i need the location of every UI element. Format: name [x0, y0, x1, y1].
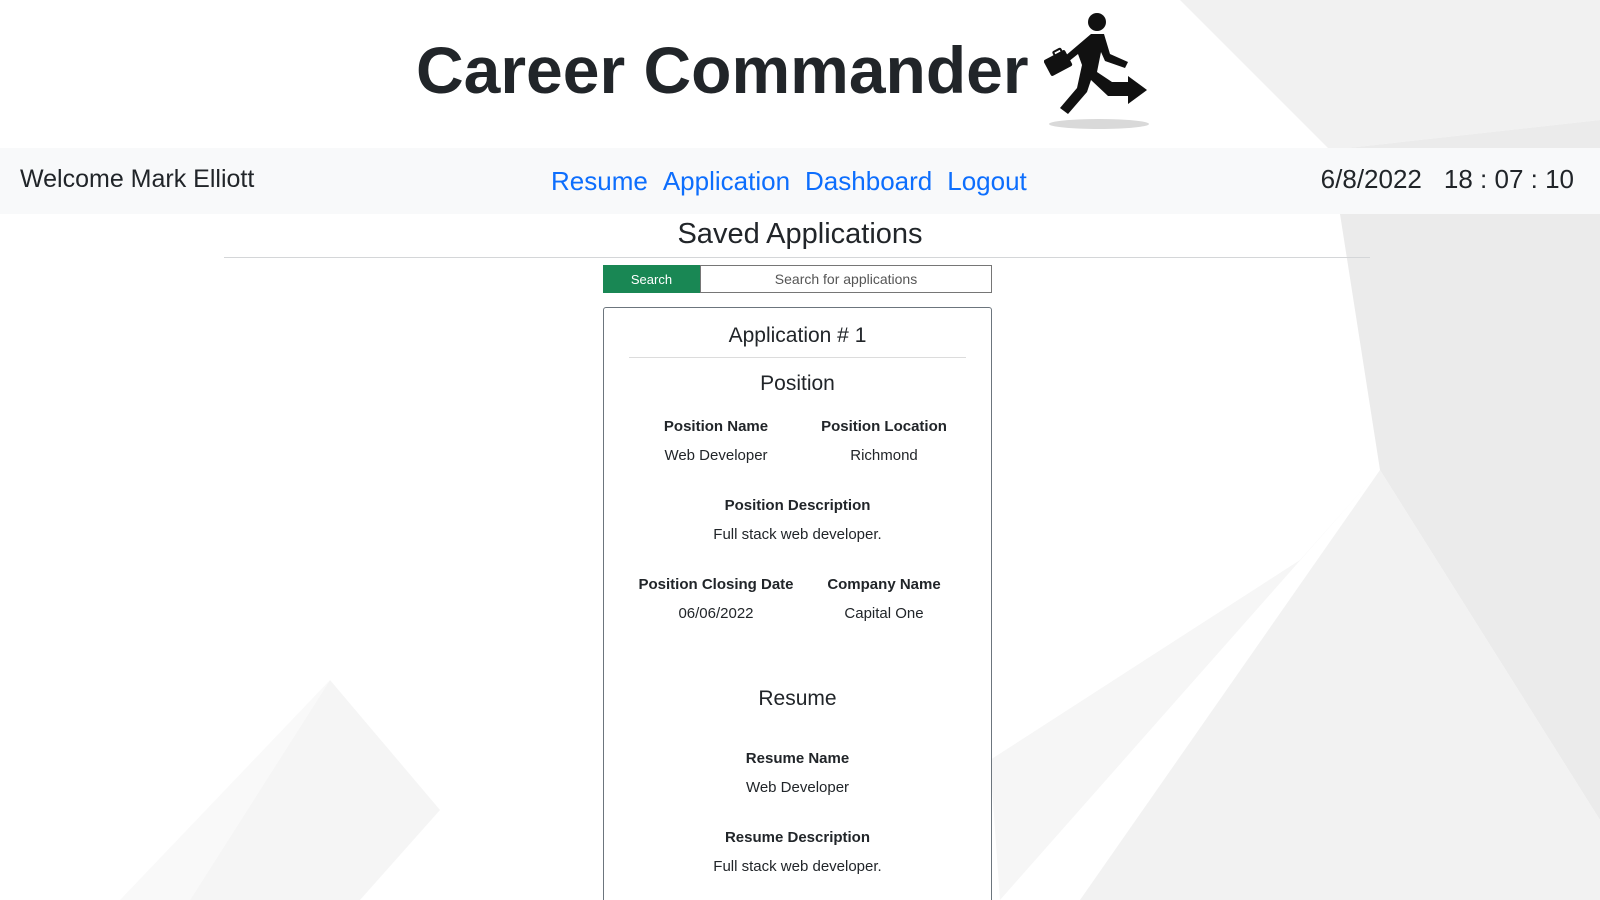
- resume-description-field: Resume Description Full stack web develo…: [604, 827, 991, 878]
- position-description-field: Position Description Full stack web deve…: [604, 495, 991, 546]
- search-button[interactable]: Search: [603, 265, 700, 293]
- position-closing-date-value: 06/06/2022: [678, 605, 754, 622]
- nav-link-logout[interactable]: Logout: [947, 150, 1027, 212]
- page: Career Commander Welcome Mark Elliott Re…: [0, 0, 1600, 900]
- nav-links: Resume Application Dashboard Logout: [551, 148, 1027, 214]
- position-name-label: Position Name: [663, 418, 769, 435]
- running-businessman-icon: [1044, 13, 1149, 129]
- date-time-display: 6/8/2022 18 : 07 : 10: [1321, 148, 1574, 214]
- nav-link-resume[interactable]: Resume: [551, 150, 648, 212]
- welcome-message: Welcome Mark Elliott: [20, 165, 255, 193]
- position-location-value: Richmond: [850, 447, 918, 464]
- card-divider: [629, 357, 966, 358]
- position-description-label: Position Description: [724, 497, 871, 514]
- current-time: 18 : 07 : 10: [1443, 164, 1574, 194]
- top-navbar: Welcome Mark Elliott Resume Application …: [0, 148, 1600, 214]
- site-title: Career Commander: [416, 33, 1029, 107]
- position-location-field: Position Location Richmond: [804, 416, 964, 467]
- position-heading: Position: [760, 372, 835, 395]
- company-name-label: Company Name: [827, 576, 941, 593]
- site-header: Career Commander: [0, 0, 1600, 148]
- resume-heading: Resume: [758, 687, 837, 710]
- resume-description-value: Full stack web developer.: [713, 858, 882, 875]
- application-title: Application # 1: [728, 324, 867, 347]
- search-bar: Search: [603, 265, 992, 293]
- position-name-value: Web Developer: [664, 447, 768, 464]
- position-location-label: Position Location: [821, 418, 947, 435]
- resume-description-label: Resume Description: [724, 829, 871, 846]
- application-card: Application # 1 Position Position Name W…: [603, 307, 992, 900]
- search-input[interactable]: [700, 265, 992, 293]
- resume-name-label: Resume Name: [745, 750, 850, 767]
- company-name-field: Company Name Capital One: [804, 574, 964, 625]
- position-closing-date-label: Position Closing Date: [638, 576, 794, 593]
- position-closing-date-field: Position Closing Date 06/06/2022: [636, 574, 796, 625]
- resume-name-field: Resume Name Web Developer: [604, 748, 991, 799]
- nav-link-dashboard[interactable]: Dashboard: [805, 150, 932, 212]
- current-date: 6/8/2022: [1320, 164, 1422, 194]
- resume-name-value: Web Developer: [745, 779, 850, 796]
- title-divider: [224, 257, 1370, 258]
- page-title: Saved Applications: [677, 218, 923, 250]
- nav-link-application[interactable]: Application: [663, 150, 790, 212]
- position-description-value: Full stack web developer.: [713, 526, 882, 543]
- company-name-value: Capital One: [844, 605, 924, 622]
- position-name-field: Position Name Web Developer: [636, 416, 796, 467]
